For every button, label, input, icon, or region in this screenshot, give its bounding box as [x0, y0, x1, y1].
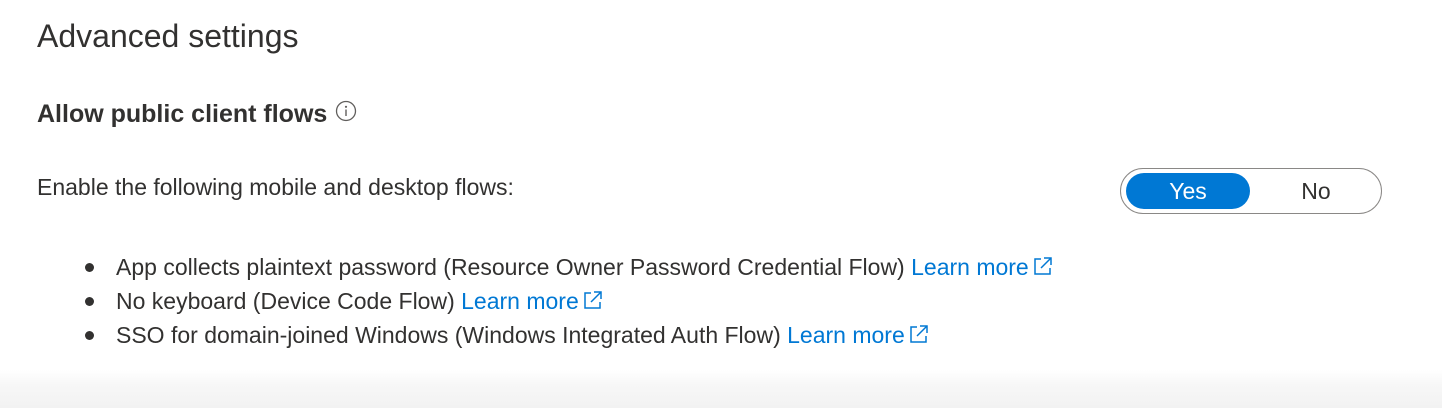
external-link-icon — [580, 287, 606, 313]
list-item: App collects plaintext password (Resourc… — [82, 250, 1056, 284]
advanced-settings-panel: Advanced settings Allow public client fl… — [0, 0, 1442, 408]
learn-more-link[interactable]: Learn more — [461, 288, 606, 314]
public-client-flows-heading: Allow public client flows — [37, 100, 357, 129]
flow-list: App collects plaintext password (Resourc… — [82, 250, 1056, 352]
learn-more-link[interactable]: Learn more — [787, 322, 932, 348]
list-item: No keyboard (Device Code Flow) Learn mor… — [82, 284, 1056, 318]
learn-more-label: Learn more — [787, 322, 905, 348]
external-link-icon — [1030, 253, 1056, 279]
flow-description: App collects plaintext password (Resourc… — [116, 254, 905, 280]
learn-more-label: Learn more — [911, 254, 1029, 280]
bullet-icon — [85, 331, 94, 340]
bullet-icon — [85, 263, 94, 272]
list-item: SSO for domain-joined Windows (Windows I… — [82, 318, 1056, 352]
info-icon[interactable] — [335, 100, 357, 122]
learn-more-label: Learn more — [461, 288, 579, 314]
section-title: Advanced settings — [37, 18, 299, 54]
flows-description: Enable the following mobile and desktop … — [37, 174, 514, 200]
learn-more-link[interactable]: Learn more — [911, 254, 1056, 280]
flow-description: SSO for domain-joined Windows (Windows I… — [116, 322, 781, 348]
toggle-yes-option[interactable]: Yes — [1126, 173, 1250, 209]
toggle-no-option[interactable]: No — [1254, 173, 1378, 209]
external-link-icon — [906, 321, 932, 347]
flow-description: No keyboard (Device Code Flow) — [116, 288, 455, 314]
public-client-flows-label: Allow public client flows — [37, 100, 328, 128]
public-client-flows-toggle[interactable]: Yes No — [1120, 168, 1382, 214]
bullet-icon — [85, 297, 94, 306]
